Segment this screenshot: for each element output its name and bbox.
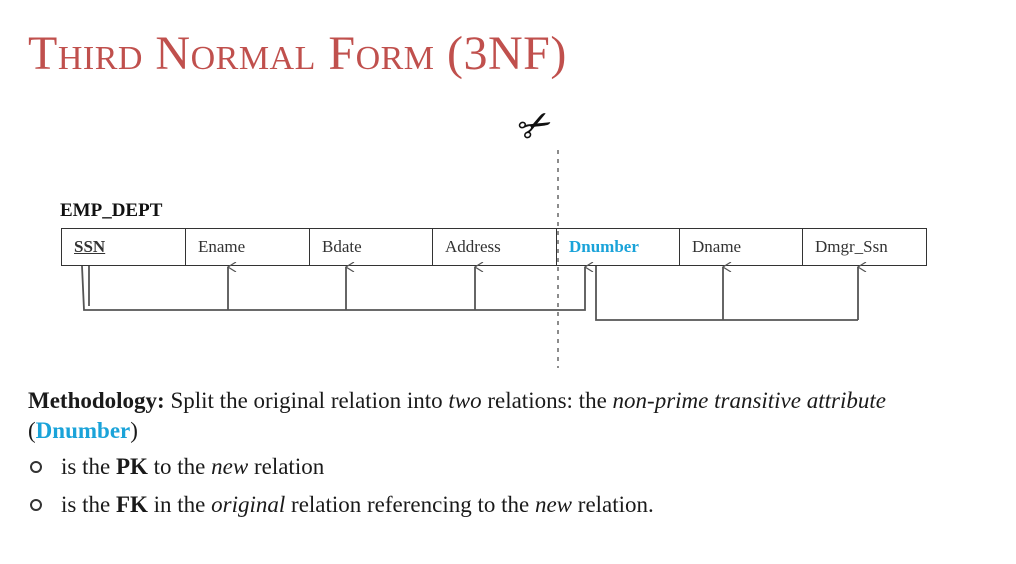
bullet-keyword: FK [115,492,148,517]
relation-table: SSN Ename Bdate Address Dnumber Dname Dm… [61,228,927,266]
bullet-list: is the PK to the new relation is the FK … [28,452,998,528]
bullet-text: relation. [572,492,654,517]
methodology-part: relations: the [481,388,613,413]
dnumber-dependency-line [595,266,858,321]
bullet-text: is the [61,454,116,479]
bullet-text: to the [147,454,212,479]
attribute-bdate: Bdate [310,229,433,265]
bullet-text: in the [147,492,212,517]
dependency-ssn [81,265,585,311]
scissors-icon: ✂ [510,97,562,155]
slide-title: Third Normal Form (3NF) [28,27,567,80]
bullet-circle-icon [30,499,42,511]
bullet-pk: is the PK to the new relation [28,452,998,490]
bullet-text: relation referencing to the [285,492,535,517]
methodology-label: Methodology: [28,388,165,413]
bullet-emphasis: original [211,492,286,517]
bullet-emphasis: new [211,454,249,479]
bullet-keyword: PK [115,454,148,479]
methodology-emphasis: non-prime transitive attribute [612,388,886,413]
attribute-address: Address [433,229,557,265]
attribute-ssn: SSN [62,229,186,265]
bullet-fk: is the FK in the original relation refer… [28,490,998,528]
methodology-part: ) [130,418,138,443]
attribute-dmgr-ssn: Dmgr_Ssn [815,237,888,256]
bullet-text: is the [61,492,116,517]
methodology-text: Methodology: Split the original relation… [28,386,998,446]
relation-name: EMP_DEPT [60,200,163,221]
methodology-emphasis: two [448,388,482,413]
methodology-part: Split the original relation into [164,388,449,413]
attribute-dname: Dname [680,229,803,265]
dependency-dnumber [595,266,858,321]
attribute-ename: Ename [186,229,310,265]
bullet-emphasis: new [534,492,573,517]
attribute-dnumber: Dnumber [557,229,680,265]
bullet-text: relation [248,454,325,479]
arrow-to-dnumber [475,267,585,311]
bullet-circle-icon [30,461,42,473]
ssn-dependency-line [81,265,475,311]
methodology-attribute: Dnumber [35,418,131,443]
methodology-part: ( [28,418,36,443]
